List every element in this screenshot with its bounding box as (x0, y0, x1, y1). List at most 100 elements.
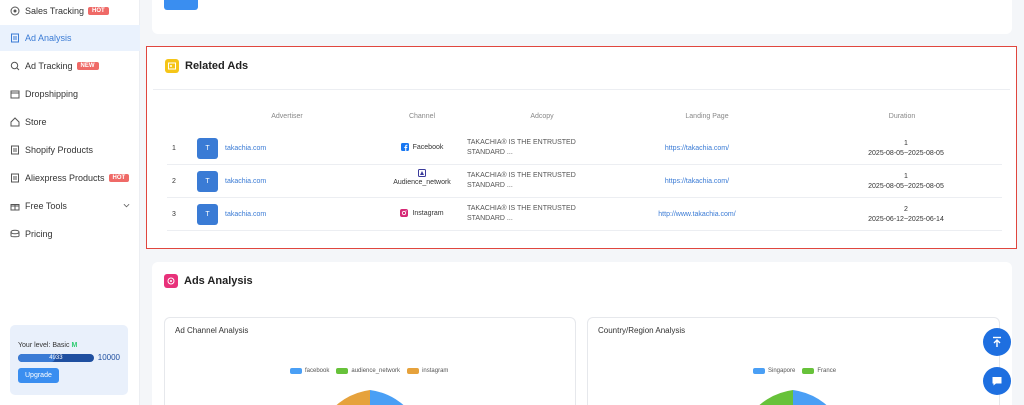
ads-icon (165, 59, 179, 73)
upgrade-button[interactable]: Upgrade (18, 368, 59, 383)
avatar: T (197, 171, 218, 192)
pie-slice-instagram[interactable] (325, 390, 370, 405)
landing-page-link[interactable]: https://takachia.com/ (627, 178, 767, 185)
chat-icon (992, 377, 1002, 386)
arrow-up-icon (993, 336, 1001, 347)
ad-channel-analysis-title: Ad Channel Analysis (175, 326, 249, 335)
store-icon (10, 117, 20, 127)
sidebar-item-label: Pricing (25, 229, 53, 239)
adcopy-cell: TAKACHIA® IS THE ENTRUSTED STANDARD ... (467, 139, 576, 156)
new-badge: NEW (76, 62, 99, 70)
adcopy-cell: TAKACHIA® IS THE ENTRUSTED STANDARD ... (467, 205, 576, 222)
sidebar-item-free-tools[interactable]: Free Tools (0, 193, 140, 219)
list-icon (10, 145, 20, 155)
col-duration: Duration (888, 113, 916, 120)
channel-cell: Facebook (382, 143, 462, 151)
row-rank: 3 (172, 211, 176, 218)
level-label: Your level: Basic M (18, 342, 78, 349)
sidebar-item-label: Dropshipping (25, 89, 79, 99)
level-tier: M (71, 342, 78, 349)
ad-channel-analysis-card: Ad Channel Analysis facebook audience_ne… (164, 317, 576, 405)
ads-analysis-title: Ads Analysis (164, 274, 253, 288)
search-icon (10, 61, 20, 71)
list-icon (10, 173, 20, 183)
legend-singapore[interactable]: Singapore (753, 368, 795, 374)
channel-cell: Audience_network (382, 169, 462, 186)
sidebar-item-ad-analysis[interactable]: Ad Analysis (0, 25, 140, 51)
country-pie-chart (748, 390, 838, 405)
hot-badge: HOT (108, 174, 130, 182)
related-ads-title: Related Ads (165, 59, 248, 73)
country-legend: Singapore France (753, 368, 843, 374)
sidebar-item-dropshipping[interactable]: Dropshipping (0, 81, 140, 107)
legend-instagram[interactable]: instagram (407, 368, 448, 374)
analysis-icon (164, 274, 178, 288)
landing-page-link[interactable]: https://takachia.com/ (627, 145, 767, 152)
col-advertiser: Advertiser (271, 113, 303, 120)
advertiser-link[interactable]: takachia.com (225, 178, 266, 185)
level-max: 10000 (97, 353, 120, 362)
sidebar-item-aliexpress-products[interactable]: Aliexpress Products HOT (0, 165, 140, 191)
top-card (152, 0, 1012, 34)
sidebar-item-label: Aliexpress Products (25, 173, 105, 183)
sidebar-item-pricing[interactable]: Pricing (0, 221, 140, 247)
hot-badge: HOT (88, 7, 109, 15)
avatar: T (197, 204, 218, 225)
sidebar-item-label: Ad Analysis (25, 33, 72, 43)
table-row[interactable]: 2 T takachia.com Audience_network TAKACH… (167, 165, 1002, 198)
channel-cell: Instagram (382, 209, 462, 217)
top-action-button[interactable] (164, 0, 198, 10)
country-region-analysis-card: Country/Region Analysis Singapore France (587, 317, 1000, 405)
col-channel: Channel (408, 113, 436, 120)
duration-cell: 1 2025-08-05~2025-08-05 (868, 140, 944, 157)
ads-analysis-section: Ads Analysis Ad Channel Analysis faceboo… (152, 262, 1012, 405)
sidebar: Sales Tracking HOT Ad Analysis Ad Tracki… (0, 0, 140, 405)
avatar: T (197, 138, 218, 159)
sidebar-item-ad-tracking[interactable]: Ad Tracking NEW (0, 53, 140, 79)
col-landing-page: Landing Page (685, 113, 729, 120)
pie-slice-facebook[interactable] (370, 390, 415, 405)
document-icon (10, 33, 20, 43)
facebook-icon (400, 143, 409, 151)
advertiser-link[interactable]: takachia.com (225, 211, 266, 218)
table-row[interactable]: 3 T takachia.com Instagram TAKACHIA® IS … (167, 198, 1002, 231)
pie-slice-singapore[interactable] (793, 390, 838, 405)
related-ads-section: Related Ads Advertiser Channel Adcopy La… (146, 46, 1017, 249)
sidebar-item-store[interactable]: Store (0, 109, 140, 135)
row-rank: 2 (172, 178, 176, 185)
gift-icon (10, 201, 20, 211)
sidebar-item-sales-tracking[interactable]: Sales Tracking HOT (0, 0, 140, 24)
divider (153, 89, 1010, 90)
channel-pie-chart (325, 390, 415, 405)
channel-legend: facebook audience_network instagram (290, 368, 455, 374)
chat-button[interactable] (983, 367, 1011, 395)
audience-network-icon (418, 169, 426, 177)
target-icon (10, 6, 20, 16)
legend-france[interactable]: France (802, 368, 836, 374)
table-row[interactable]: 1 T takachia.com Facebook TAKACHIA® IS T… (167, 132, 1002, 165)
advertiser-link[interactable]: takachia.com (225, 145, 266, 152)
row-rank: 1 (172, 145, 176, 152)
country-region-analysis-title: Country/Region Analysis (598, 326, 686, 335)
duration-cell: 1 2025-08-05~2025-08-05 (868, 173, 944, 190)
back-to-top-button[interactable] (983, 328, 1011, 356)
sidebar-item-label: Free Tools (25, 201, 67, 211)
instagram-icon (400, 209, 409, 217)
stack-icon (10, 229, 20, 239)
sidebar-item-shopify-products[interactable]: Shopify Products (0, 137, 140, 163)
box-icon (10, 89, 20, 99)
col-adcopy: Adcopy (530, 113, 554, 120)
chevron-down-icon[interactable] (123, 202, 130, 209)
pie-slice-france[interactable] (748, 390, 793, 405)
duration-cell: 2 2025-06-12~2025-06-14 (868, 206, 944, 223)
legend-audience-network[interactable]: audience_network (336, 368, 400, 374)
landing-page-link[interactable]: http://www.takachia.com/ (627, 211, 767, 218)
sidebar-item-label: Ad Tracking (25, 61, 73, 71)
adcopy-cell: TAKACHIA® IS THE ENTRUSTED STANDARD ... (467, 172, 576, 189)
level-card: Your level: Basic M 4933 10000 Upgrade (10, 325, 128, 395)
sidebar-item-label: Store (25, 117, 47, 127)
sidebar-item-label: Shopify Products (25, 145, 94, 155)
legend-facebook[interactable]: facebook (290, 368, 329, 374)
level-progress-bar: 4933 (18, 353, 94, 362)
level-current: 4933 (49, 354, 63, 361)
